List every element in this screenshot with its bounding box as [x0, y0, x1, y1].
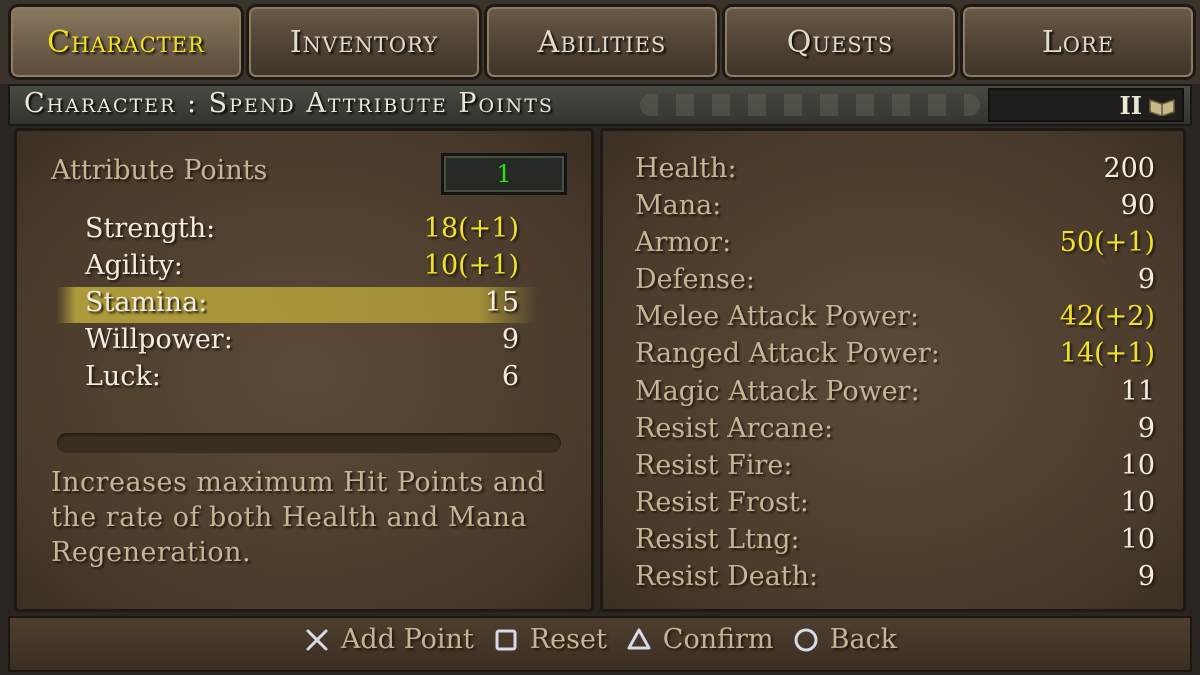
- stat-row-defense: Defense: 9: [635, 264, 1155, 300]
- reset-label: Reset: [529, 624, 607, 655]
- attribute-row-strength[interactable]: Strength: 18(+1): [57, 213, 537, 249]
- stat-value: 50(+1): [1059, 227, 1155, 258]
- attribute-value: 18(+1): [423, 213, 519, 244]
- stat-name: Defense:: [635, 264, 755, 295]
- stats-panel: Health: 200 Mana: 90 Armor: 50(+1) Defen…: [600, 128, 1186, 612]
- stat-name: Melee Attack Power:: [635, 301, 920, 332]
- page-header: Character : Spend Attribute Points II: [8, 84, 1192, 126]
- reset-button[interactable]: Reset: [492, 624, 607, 655]
- tab-quests[interactable]: Quests: [722, 4, 958, 80]
- stat-value: 14(+1): [1059, 338, 1155, 369]
- cross-button-icon: [306, 629, 328, 650]
- stat-row-resist-arcane: Resist Arcane: 9: [635, 413, 1155, 449]
- attribute-row-agility[interactable]: Agility: 10(+1): [57, 250, 537, 286]
- stat-value: 9: [1137, 413, 1155, 444]
- stat-name: Resist Ltng:: [635, 524, 800, 555]
- back-label: Back: [829, 624, 898, 655]
- stat-name: Ranged Attack Power:: [635, 338, 940, 369]
- page-number: II: [1119, 91, 1142, 120]
- attribute-name: Stamina:: [85, 287, 208, 318]
- tab-character[interactable]: Character: [8, 4, 244, 80]
- add-point-label: Add Point: [340, 624, 474, 655]
- confirm-label: Confirm: [662, 624, 774, 655]
- attribute-value: 6: [501, 361, 519, 392]
- page-title: Character : Spend Attribute Points: [24, 88, 554, 119]
- confirm-button[interactable]: Confirm: [625, 624, 774, 655]
- button-prompt-bar: Add Point Reset Confirm Back: [8, 616, 1192, 672]
- attribute-value: 9: [501, 324, 519, 355]
- square-button-icon: [495, 629, 517, 650]
- header-ornament: [640, 94, 980, 116]
- attribute-row-luck[interactable]: Luck: 6: [57, 361, 537, 397]
- attributes-panel: Attribute Points 1 Strength: 18(+1) Agil…: [14, 128, 594, 612]
- attribute-value: 10(+1): [423, 250, 519, 281]
- stat-value: 10: [1120, 524, 1155, 555]
- stat-row-resist-ltng: Resist Ltng: 10: [635, 524, 1155, 560]
- stat-name: Armor:: [635, 227, 732, 258]
- attribute-points-value: 1: [441, 153, 567, 195]
- page-indicator[interactable]: II: [988, 88, 1184, 122]
- attribute-name: Strength:: [85, 213, 216, 244]
- attribute-points-label: Attribute Points: [51, 155, 268, 186]
- stat-value: 42(+2): [1059, 301, 1155, 332]
- tab-lore[interactable]: Lore: [960, 4, 1196, 80]
- stat-value: 9: [1137, 264, 1155, 295]
- stat-row-ranged-attack-power: Ranged Attack Power: 14(+1): [635, 338, 1155, 374]
- stat-name: Magic Attack Power:: [635, 376, 920, 407]
- stat-row-health: Health: 200: [635, 153, 1155, 189]
- stat-row-melee-attack-power: Melee Attack Power: 42(+2): [635, 301, 1155, 337]
- attribute-row-willpower[interactable]: Willpower: 9: [57, 324, 537, 360]
- attribute-name: Willpower:: [85, 324, 233, 355]
- stat-value: 10: [1120, 487, 1155, 518]
- attribute-name: Agility:: [85, 250, 183, 281]
- stat-name: Resist Arcane:: [635, 413, 834, 444]
- stat-value: 10: [1120, 450, 1155, 481]
- back-button[interactable]: Back: [792, 624, 897, 655]
- triangle-button-icon: [627, 628, 651, 649]
- stat-row-resist-death: Resist Death: 9: [635, 561, 1155, 597]
- attribute-row-stamina[interactable]: Stamina: 15: [57, 287, 537, 323]
- attribute-name: Luck:: [85, 361, 161, 392]
- stat-row-resist-frost: Resist Frost: 10: [635, 487, 1155, 523]
- stat-row-magic-attack-power: Magic Attack Power: 11: [635, 376, 1155, 412]
- tab-abilities[interactable]: Abilities: [484, 4, 720, 80]
- divider-bar: [57, 433, 561, 453]
- stat-value: 200: [1103, 153, 1155, 184]
- tab-inventory[interactable]: Inventory: [246, 4, 482, 80]
- circle-button-icon: [794, 628, 818, 651]
- attribute-value: 15: [484, 287, 519, 318]
- add-point-button[interactable]: Add Point: [303, 624, 474, 655]
- stat-row-resist-fire: Resist Fire: 10: [635, 450, 1155, 486]
- stat-name: Resist Death:: [635, 561, 819, 592]
- attribute-description: Increases maximum Hit Points and the rat…: [51, 467, 546, 568]
- stat-name: Resist Fire:: [635, 450, 793, 481]
- stat-name: Health:: [635, 153, 737, 184]
- stat-name: Mana:: [635, 190, 722, 221]
- stat-value: 9: [1137, 561, 1155, 592]
- stat-name: Resist Frost:: [635, 487, 809, 518]
- book-icon: [1149, 98, 1175, 116]
- stat-row-mana: Mana: 90: [635, 190, 1155, 226]
- stat-value: 90: [1120, 190, 1155, 221]
- stat-row-armor: Armor: 50(+1): [635, 227, 1155, 263]
- tab-bar: Character Inventory Abilities Quests Lor…: [0, 0, 1200, 84]
- stat-value: 11: [1120, 376, 1155, 407]
